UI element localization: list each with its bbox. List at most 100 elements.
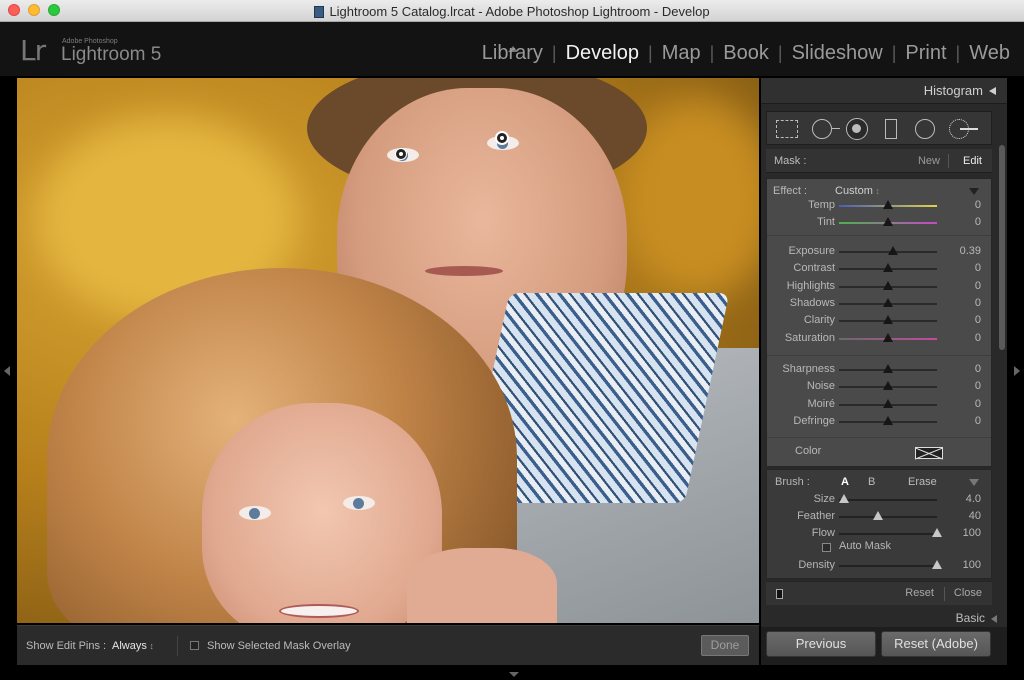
- right-panel-toggle-icon[interactable]: [1014, 366, 1020, 376]
- photo-canvas[interactable]: [17, 78, 759, 623]
- slider-thumb[interactable]: [887, 246, 898, 255]
- slider-value[interactable]: 0: [941, 199, 981, 211]
- slider-row-tint[interactable]: Tint 0: [767, 214, 993, 231]
- slider-track[interactable]: [839, 516, 937, 518]
- color-label: Color: [795, 445, 822, 457]
- module-library[interactable]: Library: [480, 42, 545, 65]
- adjustment-pin-selected[interactable]: [495, 131, 509, 145]
- slider-thumb[interactable]: [883, 200, 893, 209]
- slider-row-size[interactable]: Size 4.0: [767, 491, 993, 508]
- slider-row-highlights[interactable]: Highlights 0: [767, 278, 993, 295]
- slider-row-shadows[interactable]: Shadows 0: [767, 295, 993, 312]
- slider-thumb[interactable]: [883, 398, 893, 408]
- left-panel-toggle-icon[interactable]: [4, 366, 10, 376]
- slider-value[interactable]: 0: [941, 216, 981, 228]
- filmstrip-toggle-icon[interactable]: [509, 672, 519, 677]
- module-separator: |: [777, 43, 783, 63]
- slider-thumb[interactable]: [883, 297, 893, 307]
- slider-label: Defringe: [793, 414, 835, 427]
- mask-overlay-label[interactable]: Show Selected Mask Overlay: [207, 640, 351, 652]
- slider-value[interactable]: 0: [941, 332, 981, 344]
- basic-panel-header[interactable]: Basic: [761, 609, 1007, 627]
- slider-track[interactable]: [839, 499, 937, 501]
- slider-thumb[interactable]: [883, 263, 893, 273]
- effect-collapse-icon[interactable]: [969, 188, 979, 195]
- auto-mask-checkbox[interactable]: [822, 543, 831, 552]
- slider-row-exposure[interactable]: Exposure 0.39: [767, 243, 993, 260]
- brush-erase-tab[interactable]: Erase: [908, 476, 937, 488]
- slider-value[interactable]: 4.0: [941, 493, 981, 505]
- color-swatch[interactable]: [915, 447, 943, 459]
- close-button[interactable]: Close: [954, 587, 982, 599]
- basic-title: Basic: [955, 611, 985, 625]
- brush-collapse-icon[interactable]: [969, 479, 979, 486]
- slider-value[interactable]: 0: [941, 363, 981, 375]
- slider-value[interactable]: 0: [941, 280, 981, 292]
- radial-filter-icon[interactable]: [915, 119, 935, 139]
- mask-edit-button[interactable]: Edit: [963, 155, 982, 167]
- slider-track[interactable]: [839, 533, 937, 535]
- module-slideshow[interactable]: Slideshow: [790, 42, 885, 65]
- slider-row-temp[interactable]: Temp 0: [767, 197, 993, 214]
- done-button[interactable]: Done: [701, 635, 749, 656]
- crop-overlay-icon[interactable]: [776, 120, 798, 138]
- slider-value[interactable]: 0: [941, 415, 981, 427]
- slider-thumb[interactable]: [873, 511, 884, 520]
- slider-row-sharpness[interactable]: Sharpness 0: [767, 361, 993, 378]
- slider-value[interactable]: 100: [941, 559, 981, 571]
- slider-value[interactable]: 0.39: [941, 245, 981, 257]
- effect-label: Effect :: [773, 185, 808, 197]
- reset-adobe-button[interactable]: Reset (Adobe): [881, 631, 991, 657]
- slider-track[interactable]: [839, 565, 937, 567]
- mask-separator: [948, 154, 949, 168]
- slider-thumb[interactable]: [883, 315, 893, 325]
- right-panel-scrollbar[interactable]: [999, 145, 1005, 350]
- show-edit-pins-select[interactable]: Always: [112, 640, 154, 652]
- slider-row-moir-[interactable]: Moiré 0: [767, 396, 993, 413]
- adjustment-brush-icon[interactable]: [949, 119, 978, 139]
- slider-value[interactable]: 0: [941, 314, 981, 326]
- collapse-triangle-icon[interactable]: [989, 87, 996, 95]
- slider-label: Size: [813, 493, 835, 505]
- slider-thumb[interactable]: [883, 217, 893, 226]
- slider-thumb[interactable]: [883, 364, 893, 373]
- auto-mask-label[interactable]: Auto Mask: [839, 540, 891, 552]
- slider-row-noise[interactable]: Noise 0: [767, 378, 993, 395]
- previous-button[interactable]: Previous: [766, 631, 876, 657]
- mask-overlay-checkbox[interactable]: [190, 641, 199, 650]
- module-web[interactable]: Web: [967, 42, 1012, 65]
- slider-value[interactable]: 0: [941, 398, 981, 410]
- mask-new-button[interactable]: New: [918, 155, 940, 167]
- slider-thumb[interactable]: [883, 332, 893, 342]
- slider-row-saturation[interactable]: Saturation 0: [767, 330, 993, 347]
- red-eye-icon[interactable]: [846, 118, 868, 140]
- panel-switch-icon[interactable]: [776, 589, 783, 599]
- slider-thumb[interactable]: [883, 415, 893, 425]
- module-print[interactable]: Print: [903, 42, 948, 65]
- slider-row-feather[interactable]: Feather 40: [767, 508, 993, 525]
- module-develop[interactable]: Develop: [564, 42, 641, 65]
- module-book[interactable]: Book: [721, 42, 771, 65]
- slider-row-clarity[interactable]: Clarity 0: [767, 312, 993, 329]
- slider-value[interactable]: 0: [941, 380, 981, 392]
- reset-button[interactable]: Reset: [905, 587, 934, 599]
- graduated-filter-icon[interactable]: [885, 119, 897, 139]
- brush-b-tab[interactable]: B: [868, 476, 875, 488]
- basic-collapse-icon[interactable]: [991, 615, 997, 623]
- slider-row-contrast[interactable]: Contrast 0: [767, 260, 993, 277]
- slider-value[interactable]: 40: [941, 510, 981, 522]
- histogram-header[interactable]: Histogram: [761, 78, 1007, 104]
- effect-preset-select[interactable]: Custom: [835, 185, 880, 197]
- brush-a-tab[interactable]: A: [841, 476, 849, 488]
- slider-row-defringe[interactable]: Defringe 0: [767, 413, 993, 430]
- slider-value[interactable]: 100: [941, 527, 981, 539]
- spot-removal-icon[interactable]: [812, 119, 840, 139]
- adjustment-pin[interactable]: [395, 148, 407, 160]
- slider-thumb[interactable]: [838, 494, 849, 503]
- slider-row-density[interactable]: Density 100: [767, 557, 993, 574]
- slider-value[interactable]: 0: [941, 262, 981, 274]
- slider-thumb[interactable]: [883, 381, 893, 391]
- module-map[interactable]: Map: [660, 42, 703, 65]
- slider-thumb[interactable]: [883, 280, 893, 290]
- slider-value[interactable]: 0: [941, 297, 981, 309]
